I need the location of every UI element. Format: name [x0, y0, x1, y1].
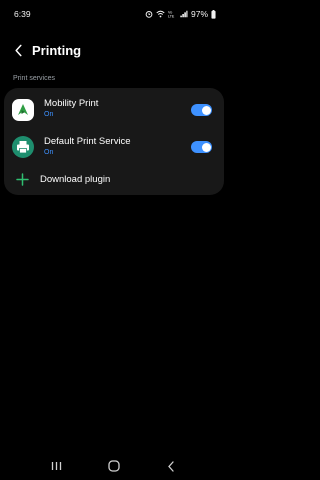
navigation-bar	[0, 452, 228, 480]
svg-text:LTE: LTE	[168, 15, 175, 18]
service-status: On	[44, 111, 54, 118]
toggle-knob	[201, 105, 211, 115]
page-title: Printing	[32, 42, 82, 58]
chevron-left-icon	[14, 44, 22, 56]
toggle-knob	[201, 142, 211, 152]
recent-apps-icon	[52, 462, 62, 470]
plus-icon	[16, 173, 29, 186]
header: Printing	[0, 36, 228, 64]
download-plugin-row[interactable]: Download plugin	[4, 168, 224, 192]
alarm-icon	[145, 10, 153, 18]
service-status: On	[44, 149, 54, 156]
lte-icon: Vo LTE	[168, 10, 176, 18]
default-print-service-toggle[interactable]	[191, 141, 212, 153]
mobility-print-icon	[12, 99, 34, 121]
mobility-print-toggle[interactable]	[191, 104, 212, 116]
back-arrow-icon	[168, 460, 174, 472]
status-time: 6:39	[14, 9, 31, 19]
home-button[interactable]	[102, 456, 126, 476]
battery-text: 97%	[190, 9, 208, 19]
service-name: Default Print Service	[44, 136, 131, 147]
battery-icon	[211, 9, 216, 19]
screen: 6:39 Vo LTE 97% Printing Print services …	[0, 0, 228, 480]
print-services-card: Mobility Print On Default Print Service …	[4, 88, 224, 195]
home-icon	[108, 460, 120, 472]
back-button[interactable]	[10, 40, 26, 60]
status-bar: 6:39 Vo LTE 97%	[0, 0, 228, 28]
nav-back-button[interactable]	[159, 456, 183, 476]
service-row-default-print-service[interactable]: Default Print Service On	[4, 130, 224, 168]
printer-icon	[12, 136, 34, 158]
wifi-icon	[156, 10, 165, 18]
section-label: Print services	[13, 75, 56, 82]
status-icons: Vo LTE 97%	[145, 9, 216, 19]
recent-apps-button[interactable]	[45, 456, 69, 476]
download-plugin-label: Download plugin	[40, 174, 111, 185]
service-row-mobility-print[interactable]: Mobility Print On	[4, 92, 224, 130]
signal-icon	[179, 10, 188, 18]
service-name: Mobility Print	[44, 98, 99, 109]
